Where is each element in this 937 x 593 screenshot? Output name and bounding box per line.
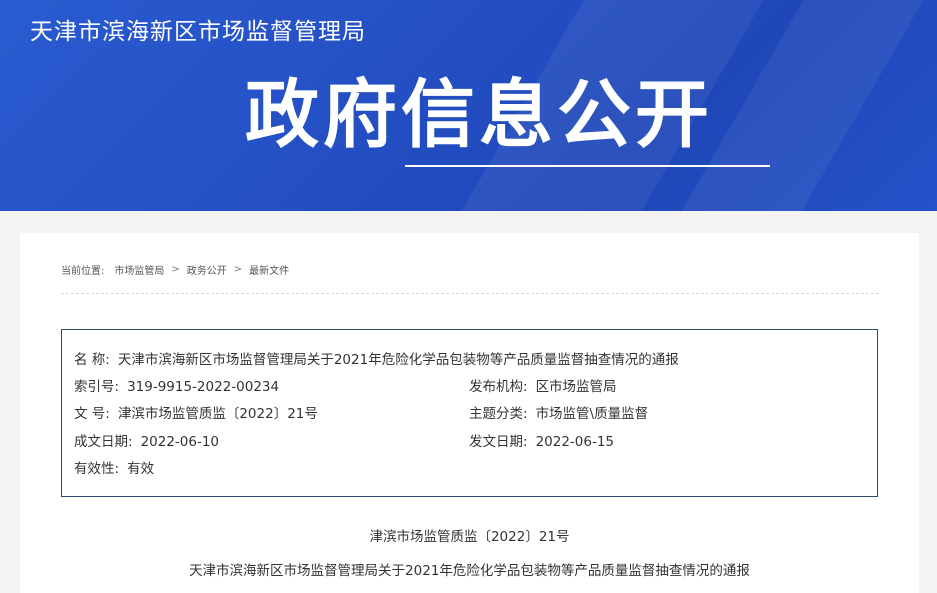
meta-name-value: 天津市滨海新区市场监督管理局关于2021年危险化学品包装物等产品质量监督抽查情况… bbox=[117, 352, 679, 368]
meta-name-label: 名 称: bbox=[74, 352, 110, 368]
meta-name-row: 名 称: 天津市滨海新区市场监督管理局关于2021年危险化学品包装物等产品质量监督… bbox=[74, 348, 679, 368]
document-number: 津滨市场监管质监〔2022〕21号 bbox=[369, 529, 570, 545]
breadcrumb-item-gov-affairs[interactable]: 政务公开 bbox=[187, 262, 227, 277]
breadcrumb: 当前位置: 市场监管局 > 政务公开 > 最新文件 bbox=[61, 262, 289, 277]
meta-validity-value: 有效 bbox=[127, 461, 155, 477]
document-metadata: 名 称: 天津市滨海新区市场监督管理局关于2021年危险化学品包装物等产品质量监督… bbox=[61, 329, 878, 497]
meta-issued-row: 发文日期: 2022-06-15 bbox=[469, 430, 614, 450]
meta-index-label: 索引号: bbox=[74, 379, 120, 395]
meta-issued-label: 发文日期: bbox=[469, 434, 528, 450]
breadcrumb-item-latest-files[interactable]: 最新文件 bbox=[249, 262, 289, 277]
meta-docno-row: 文 号: 津滨市场监管质监〔2022〕21号 bbox=[74, 402, 318, 422]
meta-validity-row: 有效性: 有效 bbox=[74, 457, 154, 477]
meta-topic-label: 主题分类: bbox=[469, 406, 528, 422]
document-title: 天津市滨海新区市场监督管理局关于2021年危险化学品包装物等产品质量监督抽查情况… bbox=[189, 563, 750, 579]
meta-publisher-label: 发布机构: bbox=[469, 379, 528, 395]
meta-docno-value: 津滨市场监管质监〔2022〕21号 bbox=[117, 406, 318, 422]
agency-name[interactable]: 天津市滨海新区市场监督管理局 bbox=[30, 12, 366, 46]
meta-topic-row: 主题分类: 市场监管\质量监督 bbox=[469, 402, 648, 422]
meta-publisher-value: 区市场监管局 bbox=[535, 379, 617, 395]
breadcrumb-item-market-bureau[interactable]: 市场监管局 bbox=[114, 262, 164, 277]
meta-created-label: 成文日期: bbox=[74, 434, 133, 450]
meta-publisher-row: 发布机构: 区市场监管局 bbox=[469, 375, 617, 395]
content-panel: 当前位置: 市场监管局 > 政务公开 > 最新文件 名 称: 天津市滨海新区市场监… bbox=[20, 233, 919, 593]
meta-validity-label: 有效性: bbox=[74, 461, 120, 477]
header-banner: 天津市滨海新区市场监督管理局 政府信息公开 bbox=[0, 0, 937, 211]
breadcrumb-label: 当前位置: bbox=[61, 266, 105, 277]
meta-docno-label: 文 号: bbox=[74, 406, 110, 422]
meta-created-value: 2022-06-10 bbox=[140, 434, 220, 450]
divider bbox=[61, 293, 879, 294]
meta-topic-value: 市场监管\质量监督 bbox=[535, 406, 649, 422]
meta-created-row: 成文日期: 2022-06-10 bbox=[74, 430, 219, 450]
page-title: 政府信息公开 bbox=[245, 72, 713, 158]
meta-issued-value: 2022-06-15 bbox=[535, 434, 615, 450]
meta-index-row: 索引号: 319-9915-2022-00234 bbox=[74, 375, 279, 395]
breadcrumb-separator: > bbox=[233, 264, 243, 275]
title-underline bbox=[405, 165, 770, 167]
breadcrumb-separator: > bbox=[171, 264, 180, 275]
meta-index-value: 319-9915-2022-00234 bbox=[127, 379, 280, 395]
